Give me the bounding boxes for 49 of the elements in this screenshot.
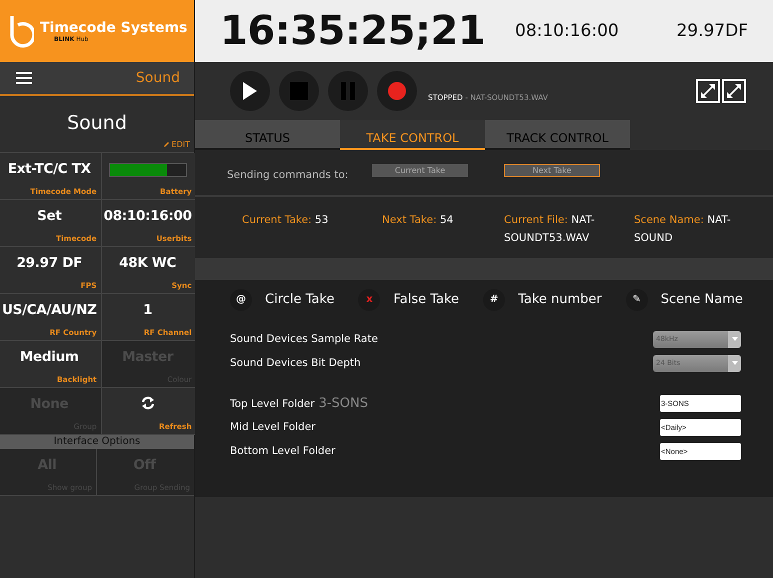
- setting-value: US/CA/AU/NZ: [2, 302, 97, 318]
- setting-value: 1: [143, 302, 152, 318]
- refresh-icon: [140, 396, 155, 410]
- setting-label: Sound Devices Sample Rate: [230, 333, 378, 345]
- tab[interactable]: TAKE CONTROL: [340, 120, 485, 150]
- setting-value: Medium: [20, 349, 79, 365]
- brand-name: Timecode Systems: [40, 20, 188, 36]
- device-name: Sound: [67, 112, 127, 134]
- menu-title: Sound: [136, 70, 180, 86]
- caret-icon: [732, 337, 738, 341]
- caret-icon: [732, 361, 738, 365]
- setting-value: Ext-TC/C TX: [8, 161, 91, 177]
- action-icon: ✎: [626, 288, 648, 310]
- pencil-icon: [162, 141, 170, 148]
- play-button[interactable]: [230, 71, 270, 111]
- setting-value: 29.97 DF: [16, 255, 82, 271]
- folder-hint: 3-SONS: [318, 396, 368, 410]
- action-button[interactable]: # Take number: [483, 288, 602, 310]
- stop-icon: [289, 81, 309, 101]
- setting-value: Set: [37, 208, 62, 224]
- action-button[interactable]: @ Circle Take: [230, 288, 334, 310]
- pause-icon: [338, 81, 358, 101]
- action-button[interactable]: x False Take: [358, 288, 460, 310]
- record-button[interactable]: [377, 71, 417, 111]
- action-button[interactable]: ✎ Scene Name: [626, 288, 743, 310]
- record-icon: [387, 81, 407, 101]
- folder-label: Mid Level Folder: [230, 421, 316, 433]
- edit-link[interactable]: EDIT: [162, 140, 190, 149]
- logo-icon: [8, 14, 34, 48]
- menu-icon[interactable]: [16, 72, 32, 84]
- action-icon: x: [358, 288, 380, 310]
- timecode-display: 16:35:25;21: [220, 8, 486, 54]
- expand-icon[interactable]: [722, 79, 746, 103]
- setting-value: 48K WC: [119, 255, 176, 271]
- folder-label: Bottom Level Folder: [230, 445, 336, 457]
- action-icon: @: [230, 288, 252, 310]
- take-info-text: Next Take: 54: [382, 213, 454, 228]
- action-icon: #: [483, 288, 506, 310]
- expand-icon[interactable]: [696, 79, 720, 103]
- take-info-text: Scene Name: NAT-SOUND: [634, 213, 732, 246]
- setting-value: 08:10:16:00: [104, 208, 192, 224]
- command-target-label: Sending commands to:: [227, 169, 350, 181]
- take-info-text: Current Take: 53: [242, 213, 330, 228]
- take-info-text: Current File: NAT-SOUNDT53.WAV: [504, 213, 596, 246]
- frame-rate: 29.97DF: [676, 21, 748, 41]
- userbits-display: 08:10:16:00: [515, 21, 620, 41]
- setting-label: Sound Devices Bit Depth: [230, 357, 361, 369]
- folder-label: Top Level Folder: [230, 398, 315, 410]
- section-header: Interface Options: [0, 435, 194, 449]
